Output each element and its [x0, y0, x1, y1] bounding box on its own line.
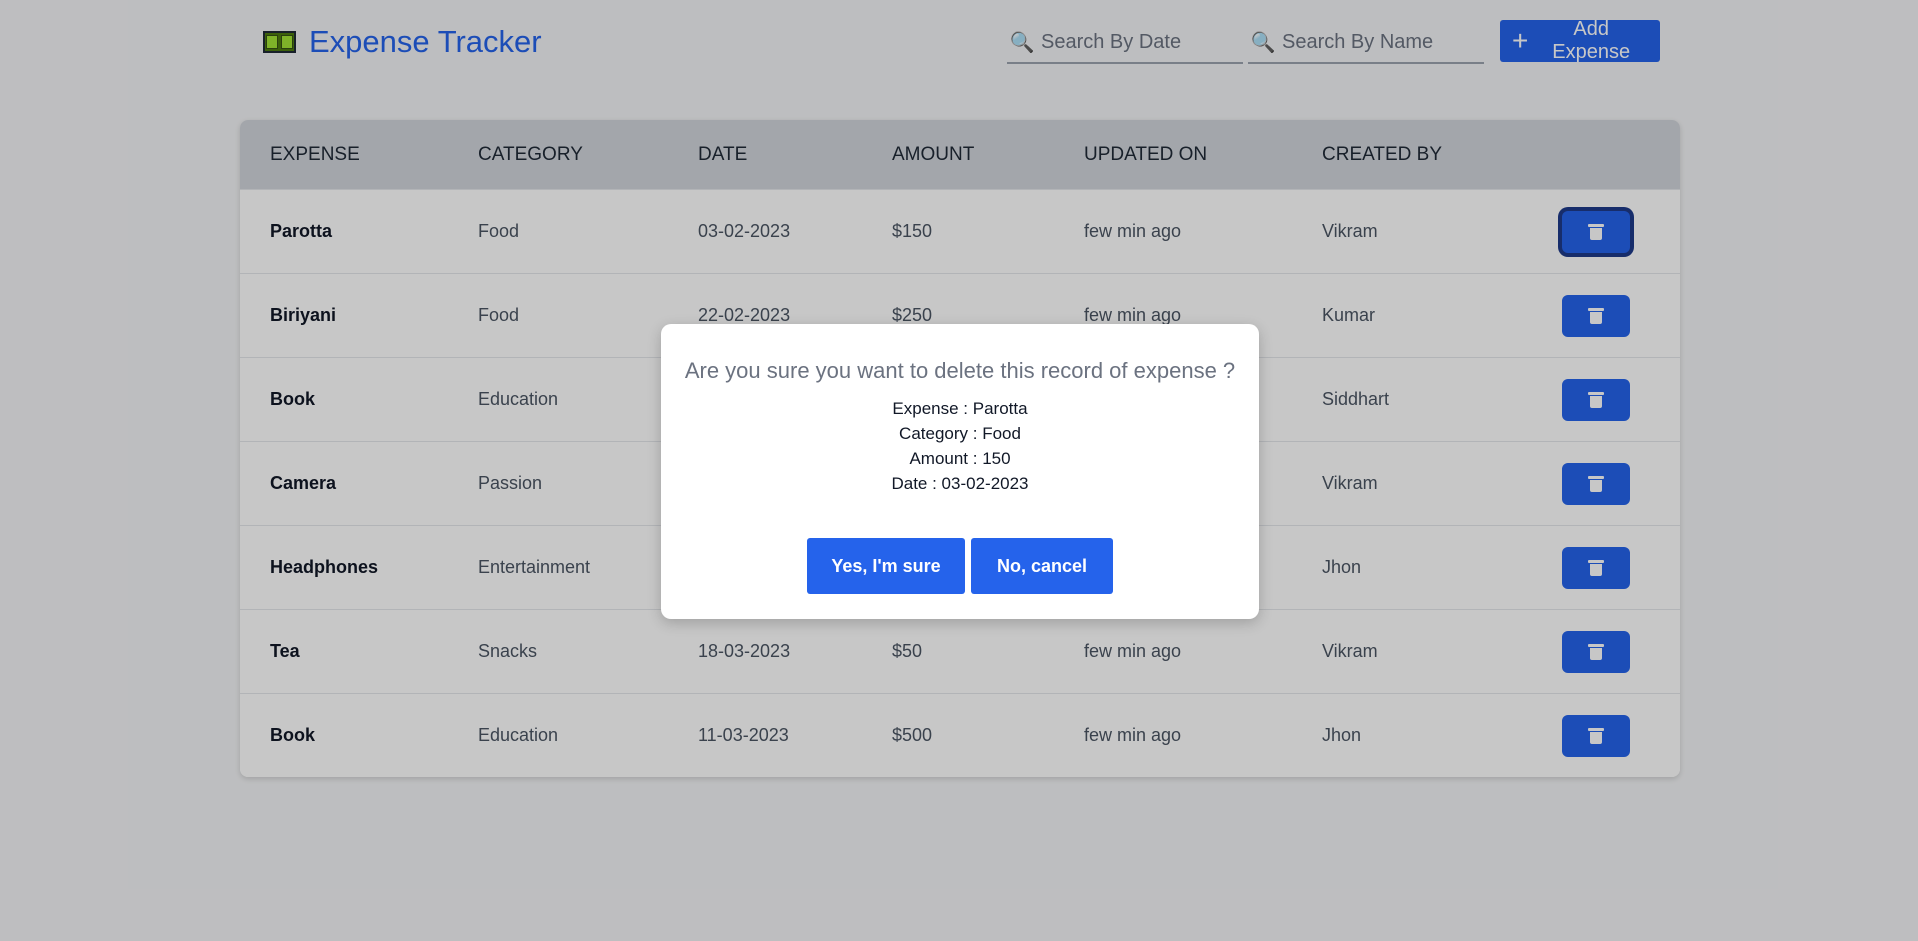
detail-amount: Amount : 150 — [909, 449, 1011, 468]
detail-category: Category : Food — [899, 424, 1021, 443]
delete-confirm-dialog: Are you sure you want to delete this rec… — [661, 324, 1259, 619]
page: Expense Tracker 🔍 🔍 + Add Expense EXPENS… — [0, 0, 1918, 941]
cancel-button[interactable]: No, cancel — [971, 538, 1113, 594]
dialog-question: Are you sure you want to delete this rec… — [684, 358, 1236, 383]
detail-expense: Expense : Parotta — [892, 399, 1028, 418]
confirm-delete-button[interactable]: Yes, I'm sure — [807, 538, 965, 594]
dialog-actions: Yes, I'm sure No, cancel — [661, 538, 1259, 594]
dialog-details: Expense : Parotta Category : Food Amount… — [661, 396, 1259, 496]
detail-date: Date : 03-02-2023 — [891, 474, 1029, 493]
